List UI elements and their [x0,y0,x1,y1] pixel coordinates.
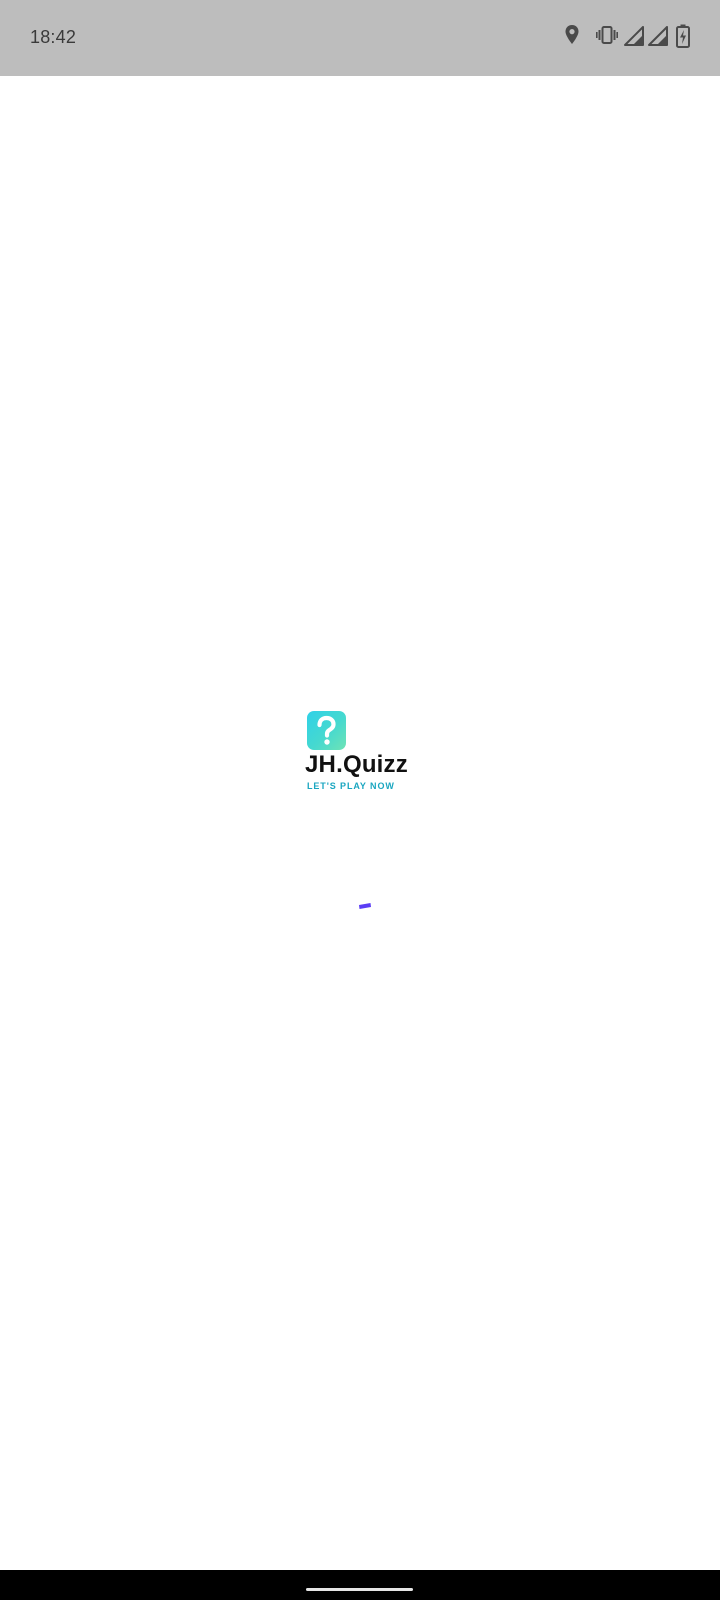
home-gesture-handle[interactable] [306,1588,413,1591]
battery-charging-icon [676,24,690,48]
signal-icon [648,26,668,46]
splash-screen [0,76,720,1570]
signal-icon [624,26,644,46]
location-icon [564,24,580,46]
app-name: JH.Quizz [305,751,408,778]
status-bar: 18:42 [0,0,720,76]
progress-spinner [358,897,372,909]
navigation-bar [0,1570,720,1600]
status-time: 18:42 [30,27,77,47]
app-tagline: LET'S PLAY NOW [307,781,395,791]
question-mark-icon [307,711,346,750]
vibrate-icon [596,26,618,44]
app-logo: JH.Quizz LET'S PLAY NOW [304,711,424,791]
